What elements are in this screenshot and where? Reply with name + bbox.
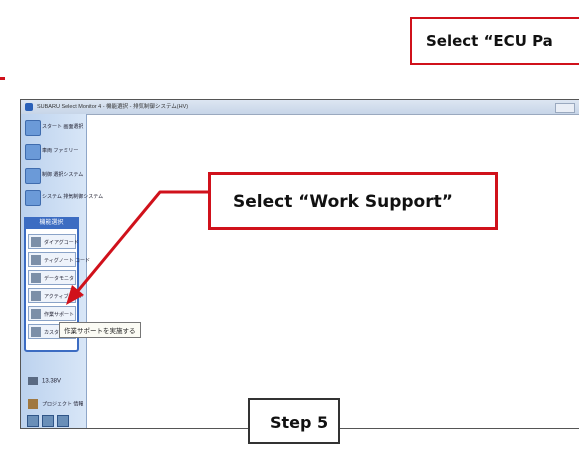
pointer-arrow: [66, 190, 208, 305]
step-label-text: Step 5: [270, 413, 329, 432]
step-label: Step 5: [248, 398, 340, 444]
arrow-overlay: [66, 190, 208, 305]
